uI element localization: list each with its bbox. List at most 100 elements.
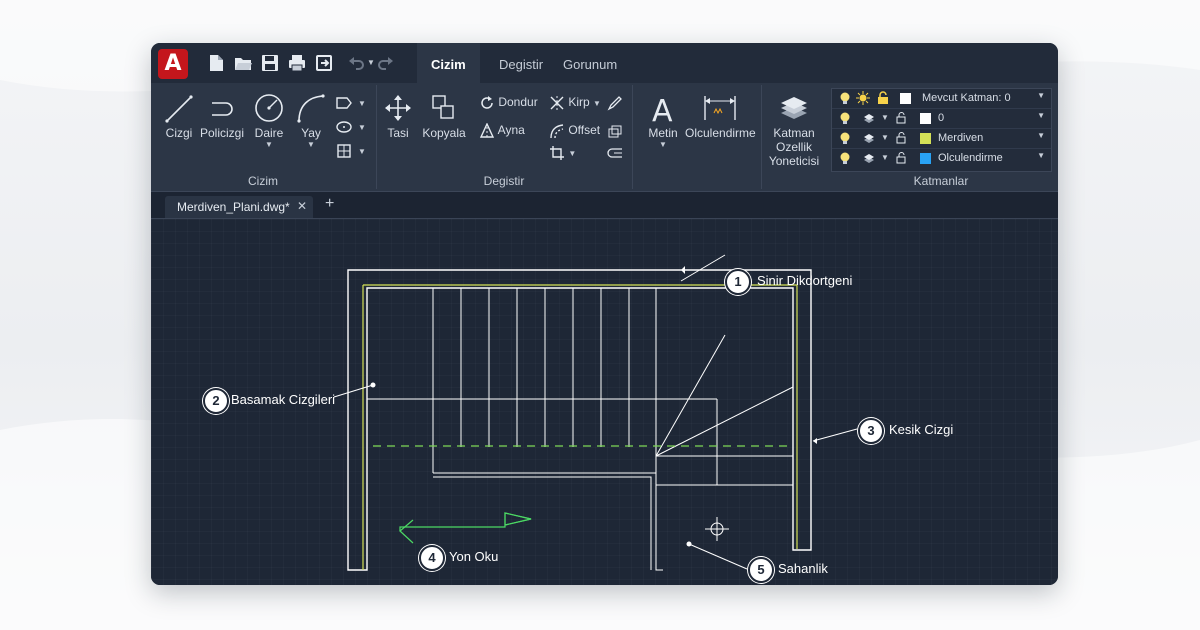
direction-arrow — [399, 512, 532, 531]
polyline-tool[interactable]: Policizgi — [200, 93, 244, 140]
mirror-tool-label: Ayna — [497, 123, 525, 138]
lightbulb-icon[interactable] — [838, 111, 852, 125]
chevron-down-icon[interactable]: ▼ — [881, 113, 889, 122]
arc-tool[interactable]: Yay ▼ — [295, 93, 327, 149]
sun-icon — [856, 91, 870, 105]
line-tool-label: Cizgi — [165, 126, 193, 140]
pencil-tool[interactable] — [607, 95, 623, 114]
undo-dropdown-icon[interactable]: ▼ — [367, 58, 375, 67]
svg-text:▼: ▼ — [358, 147, 366, 156]
title-bar: A ▼ Cizim Degistir Gorunum — [151, 43, 1058, 83]
tab-cizim[interactable]: Cizim — [417, 43, 480, 83]
layer-row-olculendirme[interactable]: ▼ Olculendirme ▼ — [832, 149, 1051, 168]
save-as-icon[interactable] — [315, 54, 333, 72]
chevron-down-icon[interactable]: ▼ — [1037, 91, 1045, 100]
copy-tool[interactable]: Kopyala — [421, 93, 467, 140]
redo-icon[interactable] — [377, 54, 395, 72]
move-icon — [385, 95, 411, 121]
chevron-down-icon[interactable]: ▼ — [1037, 111, 1045, 120]
unlock-icon[interactable] — [894, 111, 908, 125]
copy-tool-label: Kopyala — [422, 126, 466, 140]
move-tool[interactable]: Tasi — [383, 93, 413, 140]
freeze-layer-icon[interactable] — [862, 111, 876, 125]
chevron-down-icon[interactable]: ▼ — [1037, 151, 1045, 160]
dimension-icon — [704, 96, 736, 120]
layer-name: 0 — [938, 112, 945, 124]
boundary-rectangle — [347, 269, 812, 571]
chevron-down-icon[interactable]: ▼ — [881, 133, 889, 142]
document-tab[interactable]: Merdiven_Plani.dwg* ✕ — [165, 196, 313, 218]
layer-list: Mevcut Katman: 0 ▼ ▼ 0 ▼ ▼ Merdiven ▼ ▼ — [831, 88, 1052, 172]
trim-tool[interactable]: Kirp ▼ — [549, 95, 601, 111]
callout-number-3: 3 — [858, 418, 884, 444]
panel-title-katmanlar: Katmanlar — [913, 174, 969, 188]
rotate-tool[interactable]: Dondur — [479, 95, 538, 111]
offset-tool[interactable]: Offset — [549, 123, 600, 139]
arc-dropdown-icon[interactable]: ▼ — [295, 140, 327, 149]
circle-icon — [255, 94, 283, 122]
crop-tool[interactable]: ▼ — [549, 145, 576, 161]
lightbulb-icon — [840, 92, 850, 104]
rectangle-icon — [336, 97, 352, 109]
layer-row-merdiven[interactable]: ▼ Merdiven ▼ — [832, 129, 1051, 149]
callout-number-1: 1 — [725, 269, 751, 295]
hatch-tool[interactable]: ▼ — [336, 144, 366, 161]
print-icon[interactable] — [288, 54, 306, 72]
chevron-down-icon[interactable]: ▼ — [1037, 131, 1045, 140]
dimension-tool[interactable]: Olculendirme — [685, 93, 756, 140]
pencil-icon — [607, 96, 622, 111]
extend-icon — [607, 148, 622, 158]
layer-manager-label-line1: Katman — [773, 126, 815, 140]
freeze-layer-icon[interactable] — [862, 151, 876, 165]
crop-icon — [550, 146, 564, 160]
unlock-icon[interactable] — [894, 131, 908, 145]
undo-icon[interactable] — [347, 54, 365, 72]
mirror-tool[interactable]: Ayna — [479, 122, 525, 139]
lightbulb-icon[interactable] — [838, 131, 852, 145]
layer-row-0[interactable]: ▼ 0 ▼ — [832, 109, 1051, 129]
text-tool[interactable]: A Metin ▼ — [645, 93, 681, 149]
new-file-icon[interactable] — [207, 54, 225, 72]
extend-tool[interactable] — [607, 145, 623, 164]
application-logo[interactable]: A — [158, 49, 188, 79]
unlock-icon[interactable] — [894, 151, 908, 165]
tab-gorunum[interactable]: Gorunum — [549, 43, 631, 83]
current-layer-dropdown[interactable]: Mevcut Katman: 0 ▼ — [832, 89, 1051, 109]
text-dropdown-icon[interactable]: ▼ — [645, 140, 681, 149]
close-icon[interactable]: ✕ — [297, 199, 307, 213]
trim-dropdown-icon[interactable]: ▼ — [593, 99, 601, 108]
layer-properties-manager-button[interactable]: Katman Ozellik Yoneticisi — [765, 93, 823, 168]
callout-leaders — [333, 254, 858, 570]
circle-dropdown-icon[interactable]: ▼ — [253, 140, 285, 149]
mirror-icon — [479, 122, 495, 138]
panel-title-cizim: Cizim — [248, 174, 278, 188]
crosshair-cursor-icon — [705, 517, 729, 541]
circle-tool[interactable]: Daire ▼ — [253, 93, 285, 149]
tab-degistir[interactable]: Degistir — [485, 43, 557, 83]
ellipse-tool[interactable]: ▼ — [336, 120, 366, 137]
rectangle-tool[interactable]: ▼ — [336, 96, 366, 113]
chevron-down-icon[interactable]: ▼ — [881, 153, 889, 162]
callout-number-4: 4 — [419, 545, 445, 571]
current-layer-color-swatch — [900, 93, 911, 104]
line-tool[interactable]: Cizgi — [165, 93, 193, 140]
layer-manager-label-line2: Ozellik — [775, 140, 812, 154]
panel-title-degistir: Degistir — [483, 174, 525, 188]
direction-arrow-tail — [399, 519, 414, 544]
layer-stack-icon — [781, 97, 807, 119]
drawing-canvas[interactable]: 1 Sinir Dikdortgeni 2 Basamak Cizgileri … — [151, 219, 1058, 585]
open-folder-icon[interactable] — [234, 54, 252, 72]
callout-label-1: Sinir Dikdortgeni — [757, 273, 853, 288]
array-tool[interactable] — [607, 123, 623, 142]
dimension-tool-label: Olculendirme — [685, 126, 756, 140]
callout-label-3: Kesik Cizgi — [889, 422, 954, 437]
copy-icon — [432, 95, 454, 119]
document-tab-bar: Merdiven_Plani.dwg* ✕ + — [151, 192, 1058, 219]
freeze-layer-icon[interactable] — [862, 131, 876, 145]
lightbulb-icon[interactable] — [838, 151, 852, 165]
text-tool-label: Metin — [648, 126, 678, 140]
crop-dropdown-icon[interactable]: ▼ — [568, 149, 576, 158]
save-icon[interactable] — [261, 54, 279, 72]
offset-tool-label: Offset — [568, 123, 601, 138]
add-tab-icon[interactable]: + — [325, 195, 334, 213]
